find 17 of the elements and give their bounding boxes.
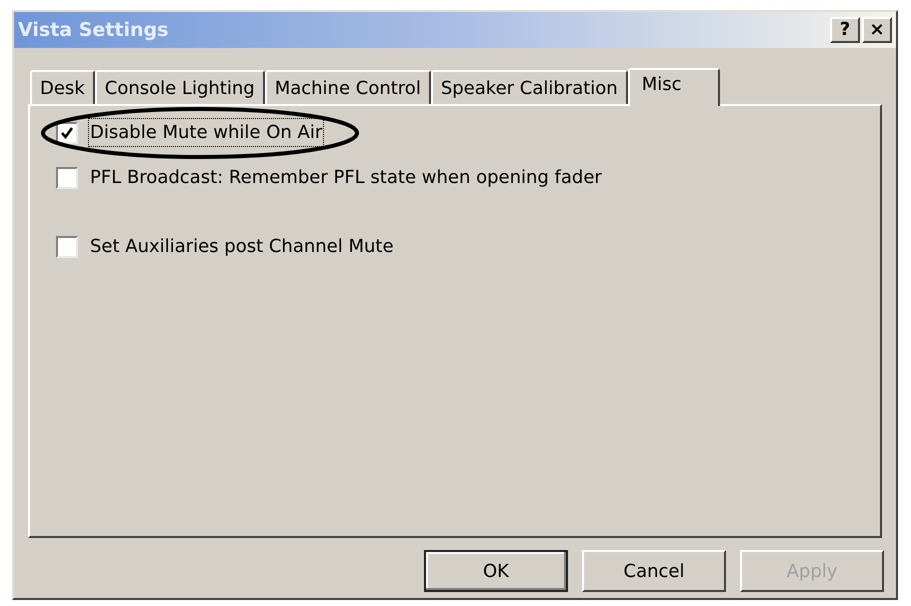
checkbox-label[interactable]: Disable Mute while On Air [88,118,324,147]
close-button[interactable]: × [862,17,892,43]
checkbox[interactable] [56,166,78,188]
tab[interactable]: Desk [30,70,95,104]
dialog-button[interactable]: OK [424,550,568,592]
tab[interactable]: Machine Control [264,70,431,104]
tab[interactable]: Console Lighting [94,70,265,104]
checkbox[interactable] [56,122,78,144]
checkbox-label[interactable]: PFL Broadcast: Remember PFL state when opening fader [88,163,604,192]
window-title: Vista Settings [18,18,170,43]
checkbox[interactable] [56,236,78,258]
checkmark-icon [61,126,73,138]
tab[interactable]: Speaker Calibration [430,70,628,104]
dialog-button[interactable]: Cancel [582,550,726,592]
checkbox-label[interactable]: Set Auxiliaries post Channel Mute [88,232,396,261]
help-button[interactable]: ? [830,17,860,43]
tab[interactable]: Misc [628,68,720,106]
